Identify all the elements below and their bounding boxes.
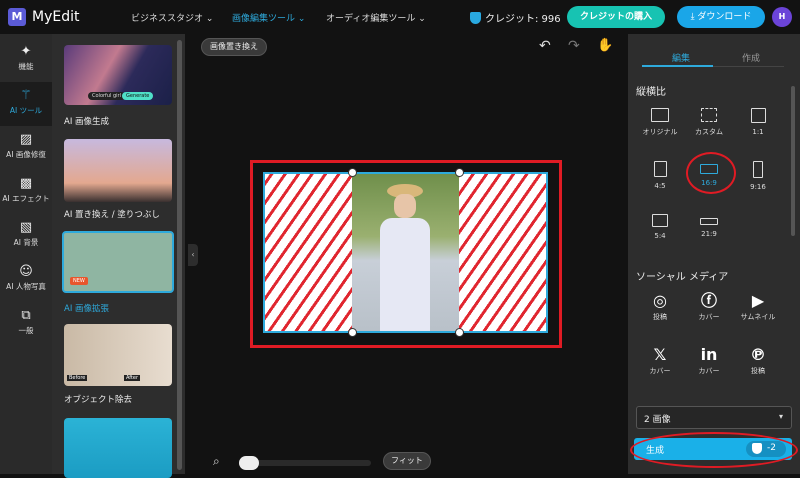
highlight-circle [686, 152, 736, 194]
aspect-ratio-title: 縦横比 [636, 87, 666, 98]
social-media-title: ソーシャル メディア [636, 272, 729, 283]
credit-count: クレジット: 996 [470, 10, 561, 25]
ultrawide-rect-icon [700, 218, 718, 225]
download-button[interactable]: ⤓ ダウンロード [677, 6, 765, 28]
chevron-down-icon: ▾ [778, 412, 783, 421]
social-x[interactable]: 𝕏 カバー [635, 344, 685, 376]
tool-thumbnails-panel: Colorful girl Generate AI 画像生成 AI 置き換え /… [52, 34, 185, 478]
social-facebook[interactable]: ⓕ カバー [684, 290, 734, 322]
effect-icon: ▩ [19, 176, 33, 191]
square-icon [750, 108, 766, 123]
aspect-21-9[interactable]: 21:9 [684, 214, 734, 238]
social-instagram[interactable]: ◎ 投稿 [635, 290, 685, 322]
tool-rail: ✦ 機能 ⚚ AI ツール ▨ AI 画像修復 ▩ AI エフェクト ▧ AI 背景 ☺ A… [0, 34, 52, 474]
crop-frame[interactable] [263, 172, 548, 333]
aspect-9-16[interactable]: 9:16 [733, 161, 783, 191]
undo-icon[interactable]: ↶ [539, 38, 551, 54]
rail-features[interactable]: ✦ 機能 [0, 38, 52, 82]
social-youtube[interactable]: ▶ サムネイル [733, 290, 783, 322]
pinterest-icon: ℗ [750, 345, 766, 364]
app-logo[interactable]: M MyEdit [8, 8, 79, 26]
right-panel: 編集 作成 縦横比 オリジナル カスタム 1:1 4:5 16:9 9:16 5… [628, 34, 800, 474]
copy-icon: ⧉ [21, 308, 31, 323]
rail-ai-repair[interactable]: ▨ AI 画像修復 [0, 126, 52, 170]
linkedin-icon: in [700, 345, 718, 364]
youtube-icon: ▶ [751, 291, 765, 310]
thumbs-scrollbar[interactable] [177, 40, 182, 470]
replace-image-button[interactable]: 画像置き換え [201, 38, 267, 56]
tab-indicator [642, 65, 713, 67]
tall-rect-icon [753, 161, 763, 178]
resize-handle[interactable] [348, 328, 357, 337]
tab-edit[interactable]: 編集 [646, 51, 716, 64]
aspect-custom[interactable]: カスタム [684, 108, 734, 137]
portrait-rect-icon [653, 161, 667, 177]
nav-image-tools[interactable]: 画像編集ツール ⌄ [232, 11, 305, 24]
instagram-icon: ◎ [653, 291, 667, 310]
canvas-area: ‹ 画像置き換え ↶ ↷ ✋ ⌕ フィット [185, 34, 628, 474]
tab-create[interactable]: 作成 [716, 51, 786, 64]
facebook-icon: ⓕ [700, 291, 717, 310]
thumb-label: AI 置き換え / 塗りつぶし [64, 210, 160, 220]
image-fix-icon: ▨ [19, 132, 33, 147]
rect-icon [652, 214, 668, 227]
portrait-icon: ☺ [19, 264, 33, 279]
thumb-object-removal[interactable]: Before After [64, 324, 172, 386]
thumb-ai-image-generation[interactable]: Colorful girl Generate [64, 45, 172, 105]
panel-scrollbar[interactable] [791, 86, 795, 236]
zoom-slider-thumb[interactable] [239, 456, 259, 470]
zoom-slider[interactable] [239, 456, 371, 470]
rail-ai-tools[interactable]: ⚚ AI ツール [0, 82, 52, 126]
thumb-label: オブジェクト除去 [64, 395, 133, 405]
buy-credits-button[interactable]: クレジットの購入 [567, 6, 665, 28]
custom-frame-icon [701, 108, 717, 122]
x-icon: 𝕏 [653, 345, 667, 364]
aspect-1-1[interactable]: 1:1 [733, 108, 783, 136]
rail-ai-portrait[interactable]: ☺ AI 人物写真 [0, 258, 52, 302]
highlight-ellipse [630, 432, 798, 468]
thumb-ai-expand[interactable]: NEW [62, 231, 174, 293]
redo-icon[interactable]: ↷ [568, 38, 580, 54]
thumb-more[interactable] [64, 418, 172, 478]
nav-business-studio[interactable]: ビジネススタジオ ⌄ [131, 11, 213, 24]
fit-button[interactable]: フィット [383, 452, 431, 470]
magic-wand-icon: ⚚ [20, 88, 32, 103]
shield-icon [470, 11, 481, 24]
rail-ai-background[interactable]: ▧ AI 背景 [0, 214, 52, 258]
collapse-panel-handle[interactable]: ‹ [188, 244, 198, 266]
sparkle-icon: ✦ [20, 44, 32, 59]
resize-handle[interactable] [348, 168, 357, 177]
resize-handle[interactable] [455, 328, 464, 337]
top-bar: M MyEdit ビジネススタジオ ⌄ 画像編集ツール ⌄ オーディオ編集ツール … [0, 0, 800, 34]
zoom-icon: ⌕ [213, 454, 220, 468]
background-icon: ▧ [19, 220, 33, 235]
aspect-5-4[interactable]: 5:4 [635, 214, 685, 240]
thumb-ai-replace[interactable] [64, 139, 172, 202]
image-icon [651, 108, 669, 122]
resize-handle[interactable] [455, 168, 464, 177]
rail-general[interactable]: ⧉ 一般 [0, 302, 52, 346]
thumb-label: AI 画像生成 [64, 117, 110, 127]
social-linkedin[interactable]: in カバー [684, 344, 734, 376]
aspect-4-5[interactable]: 4:5 [635, 161, 685, 190]
thumb-label: AI 画像拡張 [64, 304, 110, 314]
hand-icon[interactable]: ✋ [597, 38, 613, 53]
nav-audio-tools[interactable]: オーディオ編集ツール ⌄ [326, 11, 426, 24]
aspect-original[interactable]: オリジナル [635, 108, 685, 137]
avatar[interactable]: H [772, 7, 792, 27]
social-pinterest[interactable]: ℗ 投稿 [733, 344, 783, 376]
rail-ai-effect[interactable]: ▩ AI エフェクト [0, 170, 52, 214]
image-count-select[interactable]: 2 画像 ▾ [636, 406, 792, 429]
